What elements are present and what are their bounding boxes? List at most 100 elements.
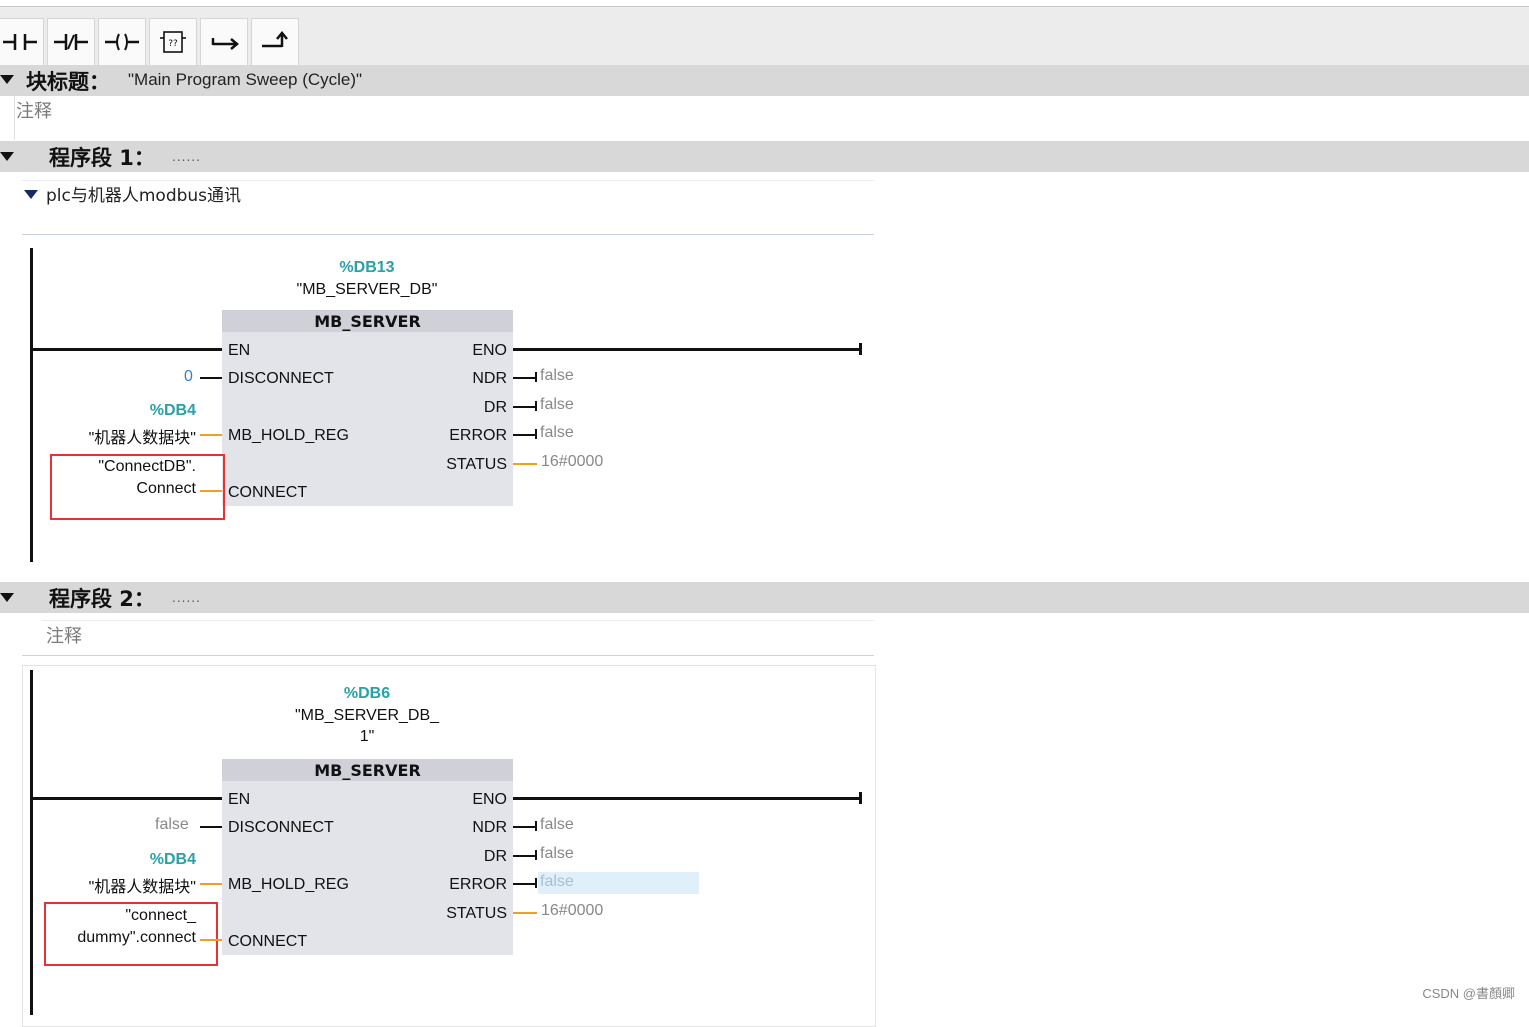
network-1-ndr-tick <box>535 372 537 382</box>
network-2-disconnect-wire <box>200 826 222 828</box>
network-2-instance-db-number[interactable]: %DB6 <box>222 685 512 703</box>
network-1-hold-reg-operand[interactable]: "机器人数据块" <box>40 424 196 448</box>
window-top-edge <box>0 0 1529 7</box>
normally-closed-contact-icon <box>54 34 88 50</box>
network-2-instance-db-name-line1[interactable]: "MB_SERVER_DB_ <box>222 707 512 725</box>
empty-box-icon: ?? <box>160 31 186 53</box>
network-1-hold-reg-wire <box>200 434 222 436</box>
network-2-error-tick <box>535 878 537 888</box>
network-1-mb-server-block[interactable]: MB_SERVER EN DISCONNECT MB_HOLD_REG CONN… <box>222 310 513 506</box>
network-1-connect-operand-line2[interactable]: Connect <box>60 480 196 498</box>
network-1-dr-wire <box>513 406 537 408</box>
pin-connect: CONNECT <box>228 933 308 950</box>
network-2-connect-operand-line2[interactable]: dummy".connect <box>50 929 196 947</box>
network-1-comment[interactable]: plc与机器人modbus通讯 <box>46 181 241 206</box>
pin-connect: CONNECT <box>228 484 308 501</box>
network-1-error-value: false <box>540 424 574 441</box>
output-coil-button[interactable] <box>98 18 146 66</box>
network-1-eno-end <box>859 343 862 355</box>
pin-dr: DR <box>483 848 507 865</box>
network-1-dr-value: false <box>540 396 574 413</box>
network-1-title-placeholder[interactable]: ...... <box>172 150 201 164</box>
network-2-comment[interactable]: 注释 <box>46 622 82 648</box>
network-2-power-rail <box>30 670 33 1015</box>
network-2-en-wire <box>31 797 222 800</box>
normally-open-contact-button[interactable] <box>0 18 44 66</box>
pin-dr: DR <box>483 399 507 416</box>
pin-en: EN <box>228 791 251 808</box>
network-2-connect-operand-line1[interactable]: "connect_ <box>50 907 196 925</box>
network-1-dr-tick <box>535 401 537 411</box>
block-title-value[interactable]: "Main Program Sweep (Cycle)" <box>128 70 362 90</box>
network-1-status-value: 16#0000 <box>541 453 604 470</box>
network-1-ndr-value: false <box>540 367 574 384</box>
open-branch-icon <box>211 38 239 50</box>
block-title-label: 块标题： <box>26 70 110 94</box>
pin-status: STATUS <box>446 456 507 473</box>
network-2-mb-server-block[interactable]: MB_SERVER EN DISCONNECT MB_HOLD_REG CONN… <box>222 759 513 955</box>
network-2-header <box>0 582 1529 613</box>
network-1-comment-top <box>22 180 874 181</box>
network-1-instance-db-number[interactable]: %DB13 <box>222 259 512 277</box>
network-1-ndr-wire <box>513 377 537 379</box>
network-2-error-wire <box>513 883 537 885</box>
empty-box-button[interactable]: ?? <box>149 18 197 66</box>
normally-open-contact-icon <box>3 34 37 50</box>
network-2-dr-tick <box>535 850 537 860</box>
close-branch-button[interactable] <box>251 18 299 66</box>
network-1-status-wire <box>513 463 537 465</box>
network-2-ndr-value: false <box>540 816 574 833</box>
network-1-comment-toggle-icon[interactable] <box>24 190 38 199</box>
output-coil-icon <box>105 33 139 51</box>
network-2-separator <box>22 655 874 656</box>
network-1-error-wire <box>513 434 537 436</box>
close-branch-icon <box>262 31 288 48</box>
network-2-hold-reg-wire <box>200 883 222 885</box>
pin-eno: ENO <box>472 342 507 359</box>
network-2-title-placeholder[interactable]: ...... <box>172 591 201 605</box>
network-2-status-value: 16#0000 <box>541 902 604 919</box>
network-1-block-name: MB_SERVER <box>222 310 513 332</box>
network-1-power-rail <box>30 248 33 562</box>
network-2-block-name: MB_SERVER <box>222 759 513 781</box>
network-2-ndr-tick <box>535 821 537 831</box>
network-2-hold-reg-db[interactable]: %DB4 <box>60 851 196 869</box>
network-2-eno-wire <box>513 797 862 800</box>
network-2-comment-top <box>42 620 874 621</box>
network-1-instance-db-name[interactable]: "MB_SERVER_DB" <box>222 281 512 299</box>
pin-eno: ENO <box>472 791 507 808</box>
comment-border <box>14 96 15 140</box>
network-2-status-wire <box>513 912 537 914</box>
network-1-hold-reg-db[interactable]: %DB4 <box>60 402 196 420</box>
pin-error: ERROR <box>449 876 507 893</box>
network-2-label: 程序段 2： <box>49 587 155 611</box>
network-1-label: 程序段 1： <box>49 146 155 170</box>
svg-text:??: ?? <box>168 39 178 49</box>
pin-mb-hold-reg: MB_HOLD_REG <box>228 876 349 893</box>
network-2-disconnect-value[interactable]: false <box>155 816 189 834</box>
network-1-disconnect-value[interactable]: 0 <box>184 368 193 386</box>
network-1-header <box>0 141 1529 172</box>
network-1-eno-wire <box>513 348 862 351</box>
network-1-connect-operand-line1[interactable]: "ConnectDB". <box>60 458 196 476</box>
network-2-instance-db-name-line2[interactable]: 1" <box>222 728 512 746</box>
network-1-connect-wire <box>200 490 222 492</box>
network-2-error-value[interactable]: false <box>540 873 574 891</box>
network-1-collapse-icon[interactable] <box>0 152 14 161</box>
collapse-triangle-icon[interactable] <box>0 75 14 84</box>
network-2-connect-wire <box>200 939 222 941</box>
network-1-error-tick <box>535 429 537 439</box>
ladder-toolbar: ?? <box>0 7 1529 66</box>
block-comment[interactable]: 注释 <box>16 97 52 123</box>
network-2-ndr-wire <box>513 826 537 828</box>
network-2-hold-reg-operand[interactable]: "机器人数据块" <box>40 873 196 897</box>
pin-ndr: NDR <box>472 370 507 387</box>
network-2-collapse-icon[interactable] <box>0 593 14 602</box>
network-2-eno-end <box>859 792 862 804</box>
pin-error: ERROR <box>449 427 507 444</box>
pin-mb-hold-reg: MB_HOLD_REG <box>228 427 349 444</box>
open-branch-button[interactable] <box>200 18 248 66</box>
pin-ndr: NDR <box>472 819 507 836</box>
normally-closed-contact-button[interactable] <box>47 18 95 66</box>
network-1-disconnect-wire <box>200 377 222 379</box>
